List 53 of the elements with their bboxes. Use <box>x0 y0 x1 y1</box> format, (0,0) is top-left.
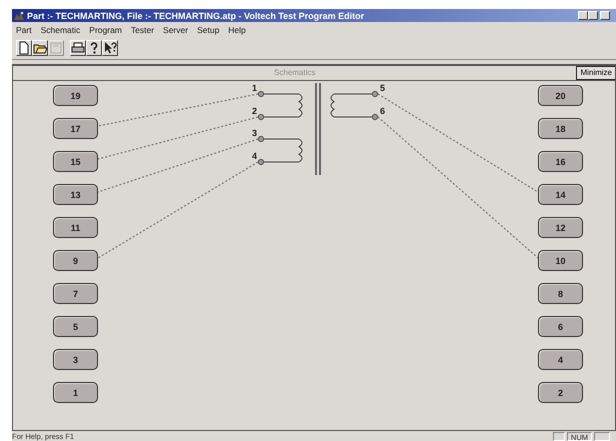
pin-button[interactable]: 6 <box>538 316 583 337</box>
pin-button[interactable]: 20 <box>538 85 583 106</box>
menu-item[interactable]: Help <box>228 25 246 35</box>
status-panel <box>594 432 610 440</box>
context-help-button[interactable] <box>102 40 118 56</box>
pin-button[interactable]: 2 <box>538 382 583 403</box>
pin-button[interactable]: 1 <box>53 382 98 403</box>
pin-button[interactable]: 14 <box>538 184 583 205</box>
panel-title: Schematics <box>273 67 316 79</box>
window-title: Part :- TECHMARTING, File :- TECHMARTING.atp - Voltech Test Program Editor <box>27 10 366 20</box>
menu-item[interactable]: Server <box>163 25 188 35</box>
help-button[interactable] <box>86 40 102 56</box>
printer-icon <box>71 41 85 55</box>
pin-button[interactable]: 5 <box>53 316 98 337</box>
winding-drawing <box>330 90 378 120</box>
pin-button[interactable]: 10 <box>538 250 583 271</box>
menu-item[interactable]: Setup <box>197 25 220 35</box>
pointer-question-icon <box>103 41 117 55</box>
page-icon <box>17 41 31 55</box>
pin-button[interactable]: 8 <box>538 283 583 304</box>
pin-button[interactable]: 3 <box>53 349 98 370</box>
winding-drawing <box>258 90 302 120</box>
terminal-label: 6 <box>380 106 386 116</box>
pin-button[interactable]: 16 <box>538 151 583 172</box>
pin-button[interactable]: 19 <box>53 85 98 106</box>
menu-item[interactable]: Schematic <box>40 25 80 35</box>
pin-button[interactable]: 17 <box>53 118 98 139</box>
menu-item[interactable]: Program <box>89 25 122 35</box>
app-icon <box>14 11 24 20</box>
terminal-label: 5 <box>380 83 386 93</box>
new-button[interactable] <box>16 40 32 56</box>
pin-button[interactable]: 11 <box>53 217 98 238</box>
pin-button[interactable]: 18 <box>538 118 583 139</box>
maximize-button[interactable] <box>588 11 598 20</box>
close-button[interactable] <box>600 11 610 20</box>
pin-button[interactable]: 12 <box>538 217 583 238</box>
print-button[interactable] <box>70 40 86 56</box>
minimize-button[interactable]: Minimize <box>576 66 615 80</box>
open-button[interactable] <box>32 40 48 56</box>
pin-button[interactable]: 13 <box>53 184 98 205</box>
minimize-button[interactable] <box>578 11 588 20</box>
terminal-label: 3 <box>252 128 258 138</box>
terminal-label: 1 <box>252 83 258 93</box>
terminal-label: 4 <box>252 151 258 161</box>
terminal-label: 2 <box>252 106 258 116</box>
menu-item[interactable]: Tester <box>130 25 154 35</box>
pin-button[interactable]: 15 <box>53 151 98 172</box>
pin-button[interactable]: 4 <box>538 349 583 370</box>
pin-button[interactable]: 7 <box>53 283 98 304</box>
winding-drawing <box>258 136 302 166</box>
status-panel <box>552 432 565 440</box>
pin-button[interactable]: 9 <box>53 250 98 271</box>
menu-item[interactable]: Part <box>16 25 32 35</box>
